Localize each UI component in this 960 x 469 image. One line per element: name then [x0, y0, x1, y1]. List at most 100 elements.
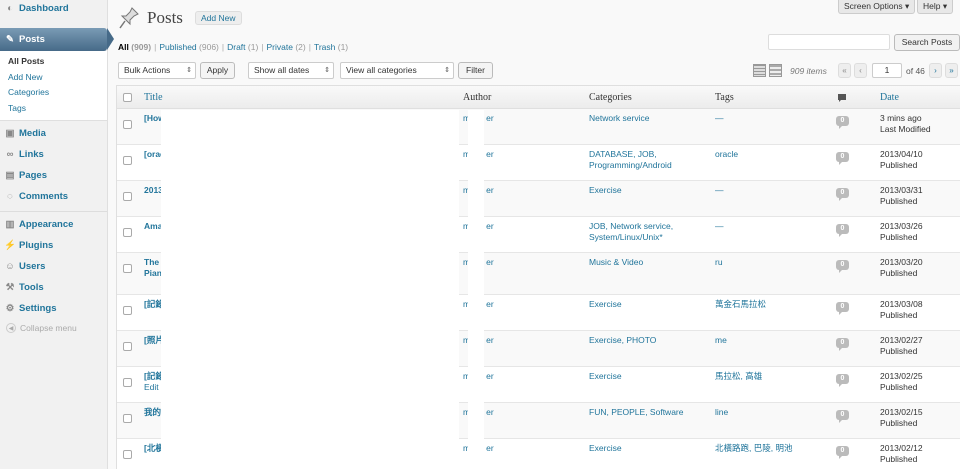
row-checkbox[interactable] — [123, 378, 132, 387]
author-link-end[interactable]: er — [486, 149, 494, 160]
sidebar-item-pages[interactable]: ▤ Pages — [0, 165, 107, 186]
row-checkbox[interactable] — [123, 192, 132, 201]
categories-cell[interactable]: Exercise — [589, 371, 699, 382]
filter-button[interactable]: Filter — [458, 62, 493, 79]
next-page-button[interactable]: › — [929, 63, 942, 78]
tags-cell[interactable]: — — [715, 185, 825, 196]
post-title-link[interactable]: Ama — [144, 221, 162, 231]
categories-cell[interactable]: Exercise — [589, 443, 699, 454]
column-date[interactable]: Date — [880, 92, 899, 103]
pin-icon: ✎ — [6, 34, 14, 45]
bulk-actions-select[interactable]: Bulk Actions ⇕ — [118, 62, 196, 79]
collapse-menu-button[interactable]: ◀ Collapse menu — [0, 323, 107, 333]
sidebar-item-label: Links — [19, 149, 44, 160]
plugin-icon: ⚡ — [4, 240, 16, 251]
status-draft[interactable]: Draft (1) — [227, 42, 258, 52]
sidebar-item-plugins[interactable]: ⚡ Plugins — [0, 235, 107, 256]
comment-count-bubble[interactable]: 0 — [836, 446, 849, 459]
author-link-end[interactable]: er — [486, 443, 494, 454]
categories-cell[interactable]: JOB, Network service, System/Linux/Unix* — [589, 221, 699, 244]
comment-count-bubble[interactable]: 0 — [836, 188, 849, 201]
first-page-button[interactable]: « — [838, 63, 851, 78]
categories-cell[interactable]: Exercise — [589, 185, 699, 196]
post-status: Published — [880, 382, 918, 393]
status-private[interactable]: Private (2) — [267, 42, 306, 52]
row-checkbox[interactable] — [123, 228, 132, 237]
add-new-post-button[interactable]: Add New — [195, 11, 242, 25]
row-checkbox[interactable] — [123, 450, 132, 459]
sidebar-item-links[interactable]: ∞ Links — [0, 144, 107, 165]
help-button[interactable]: Help ▾ — [917, 0, 954, 14]
tags-cell[interactable]: ru — [715, 257, 825, 268]
comment-count-bubble[interactable]: 0 — [836, 260, 849, 273]
prev-page-button[interactable]: ‹ — [854, 63, 867, 78]
column-title[interactable]: Title — [144, 92, 163, 103]
categories-cell[interactable]: Network service — [589, 113, 699, 124]
categories-cell[interactable]: FUN, PEOPLE, Software — [589, 407, 699, 418]
apply-button[interactable]: Apply — [200, 62, 235, 79]
sidebar-item-label: Posts — [19, 34, 45, 45]
comment-count-bubble[interactable]: 0 — [836, 224, 849, 237]
date-cell: 2013/03/31 Published — [880, 185, 923, 208]
author-link-end[interactable]: er — [486, 371, 494, 382]
comment-count-bubble[interactable]: 0 — [836, 116, 849, 129]
submenu-add-new[interactable]: Add New — [0, 70, 107, 86]
row-checkbox[interactable] — [123, 120, 132, 129]
row-checkbox[interactable] — [123, 264, 132, 273]
tags-cell[interactable]: line — [715, 407, 825, 418]
submenu-all-posts[interactable]: All Posts — [0, 54, 107, 70]
categories-cell[interactable]: Exercise, PHOTO — [589, 335, 699, 346]
excerpt-view-icon[interactable] — [769, 64, 782, 77]
categories-cell[interactable]: DATABASE, JOB, Programming/Android — [589, 149, 699, 172]
comment-count-bubble[interactable]: 0 — [836, 410, 849, 423]
row-checkbox[interactable] — [123, 156, 132, 165]
status-published[interactable]: Published (906) — [159, 42, 219, 52]
tags-cell[interactable]: — — [715, 221, 825, 232]
sidebar-item-users[interactable]: ☺ Users — [0, 256, 107, 277]
screen-options-button[interactable]: Screen Options ▾ — [838, 0, 916, 14]
comments-column-icon[interactable] — [837, 93, 847, 103]
sidebar-item-comments[interactable]: ◌ Comments — [0, 186, 107, 207]
tags-cell[interactable]: — — [715, 113, 825, 124]
select-all-checkbox[interactable] — [123, 93, 132, 102]
tags-cell[interactable]: oracle — [715, 149, 825, 160]
categories-cell[interactable]: Exercise — [589, 299, 699, 310]
submenu-categories[interactable]: Categories — [0, 85, 107, 101]
row-checkbox[interactable] — [123, 342, 132, 351]
tags-cell[interactable]: me — [715, 335, 825, 346]
author-link-end[interactable]: er — [486, 185, 494, 196]
author-link-end[interactable]: er — [486, 407, 494, 418]
comment-count-bubble[interactable]: 0 — [836, 152, 849, 165]
status-all[interactable]: All (909) — [118, 42, 151, 52]
tags-cell[interactable]: 馬拉松, 高雄 — [715, 371, 825, 382]
list-view-icon[interactable] — [753, 64, 766, 77]
categories-select[interactable]: View all categories ⇕ — [340, 62, 454, 79]
search-input[interactable] — [768, 34, 890, 50]
search-posts-button[interactable]: Search Posts — [894, 34, 960, 51]
last-page-button[interactable]: » — [945, 63, 958, 78]
current-page-input[interactable]: 1 — [872, 63, 902, 78]
sidebar-item-appearance[interactable]: ▥ Appearance — [0, 214, 107, 235]
sidebar-item-media[interactable]: ▣ Media — [0, 123, 107, 144]
author-link-end[interactable]: er — [486, 299, 494, 310]
author-link-end[interactable]: er — [486, 257, 494, 268]
author-link-end[interactable]: er — [486, 113, 494, 124]
comment-count-bubble[interactable]: 0 — [836, 338, 849, 351]
media-icon: ▣ — [5, 128, 15, 139]
row-checkbox[interactable] — [123, 306, 132, 315]
row-checkbox[interactable] — [123, 414, 132, 423]
categories-cell[interactable]: Music & Video — [589, 257, 699, 268]
submenu-tags[interactable]: Tags — [0, 101, 107, 117]
sidebar-item-dashboard[interactable]: ◐ Dashboard — [0, 0, 107, 19]
author-link-end[interactable]: er — [486, 335, 494, 346]
comment-count-bubble[interactable]: 0 — [836, 302, 849, 315]
sidebar-item-posts[interactable]: ✎ Posts — [0, 28, 114, 51]
sidebar-item-tools[interactable]: ⚒ Tools — [0, 277, 107, 298]
sidebar-item-settings[interactable]: ⚙ Settings — [0, 298, 107, 319]
tags-cell[interactable]: 萬金石馬拉松 — [715, 299, 825, 310]
dates-select[interactable]: Show all dates ⇕ — [248, 62, 334, 79]
tags-cell[interactable]: 北橫路跑, 巴陵, 明池 — [715, 443, 825, 454]
status-trash[interactable]: Trash (1) — [314, 42, 348, 52]
author-link-end[interactable]: er — [486, 221, 494, 232]
comment-count-bubble[interactable]: 0 — [836, 374, 849, 387]
